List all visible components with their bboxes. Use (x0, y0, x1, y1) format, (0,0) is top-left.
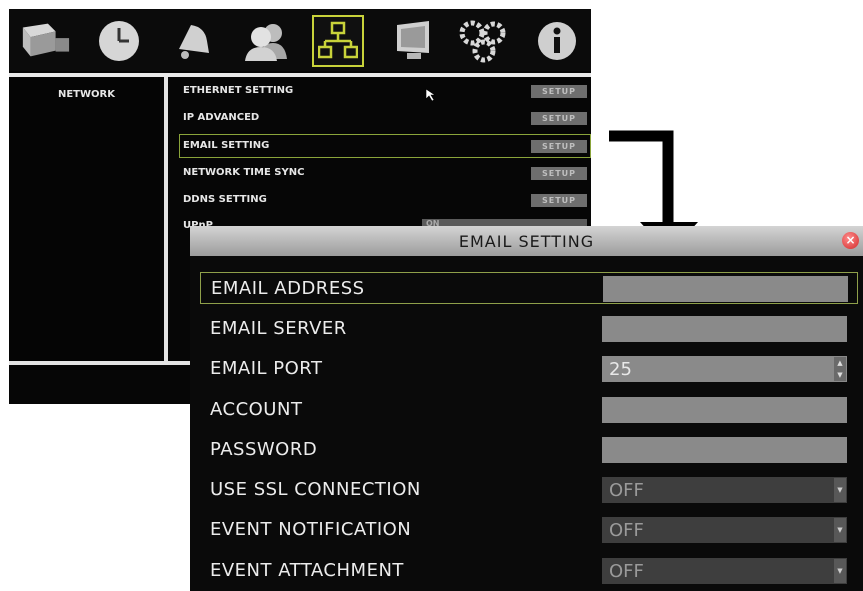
use-ssl-row: USE SSL CONNECTION OFF ▼ (200, 474, 858, 506)
chevron-down-icon[interactable]: ▼ (834, 559, 846, 583)
email-port-input[interactable]: 25 ▲ ▼ (602, 356, 847, 382)
close-button[interactable]: × (842, 232, 859, 249)
event-attachment-label: EVENT ATTACHMENT (210, 560, 404, 581)
menu-item-label: EMAIL SETTING (183, 140, 270, 151)
email-address-row: EMAIL ADDRESS (200, 272, 858, 304)
camera-icon[interactable] (19, 15, 71, 67)
clock-icon[interactable] (93, 15, 145, 67)
email-server-row: EMAIL SERVER (200, 313, 858, 345)
event-attachment-row: EVENT ATTACHMENT OFF ▼ (200, 555, 858, 587)
event-attachment-select[interactable]: OFF ▼ (602, 558, 847, 584)
menu-item-label: DDNS SETTING (183, 194, 267, 205)
menu-item-email-setting[interactable]: EMAIL SETTING SETUP (179, 134, 591, 158)
menu-item-label: NETWORK TIME SYNC (183, 167, 305, 178)
menu-item-label: IP ADVANCED (183, 112, 260, 123)
account-label: ACCOUNT (210, 399, 303, 420)
dialog-title: EMAIL SETTING (458, 232, 595, 251)
setup-button[interactable]: SETUP (531, 140, 587, 153)
use-ssl-label: USE SSL CONNECTION (210, 479, 421, 500)
monitor-icon[interactable] (387, 15, 439, 67)
menu-item-network-time-sync[interactable]: NETWORK TIME SYNC SETUP (179, 161, 591, 185)
email-port-label: EMAIL PORT (210, 358, 323, 379)
password-input[interactable] (602, 437, 847, 463)
account-row: ACCOUNT (200, 394, 858, 426)
password-label: PASSWORD (210, 439, 318, 460)
mouse-cursor-icon (425, 88, 436, 102)
email-setting-dialog: EMAIL SETTING × EMAIL ADDRESS EMAIL SERV… (190, 226, 863, 591)
spin-up-icon[interactable]: ▲ (837, 359, 842, 367)
setup-button[interactable]: SETUP (531, 112, 587, 125)
event-notification-label: EVENT NOTIFICATION (210, 519, 412, 540)
chevron-down-icon[interactable]: ▼ (834, 518, 846, 542)
field-value: 25 (609, 359, 632, 380)
network-icon[interactable] (312, 15, 364, 67)
alarm-bell-icon[interactable] (167, 15, 219, 67)
field-value: OFF (609, 561, 644, 582)
menu-item-ddns-setting[interactable]: DDNS SETTING SETUP (179, 188, 591, 212)
dialog-header: EMAIL SETTING × (190, 226, 863, 256)
chevron-down-icon[interactable]: ▼ (834, 478, 846, 502)
sidebar-title: NETWORK (57, 89, 115, 100)
port-spinner[interactable]: ▲ ▼ (834, 357, 846, 381)
main-toolbar (9, 9, 591, 71)
email-address-input[interactable] (603, 276, 848, 302)
gears-icon[interactable] (457, 15, 509, 67)
password-row: PASSWORD (200, 434, 858, 466)
account-input[interactable] (602, 397, 847, 423)
setup-button[interactable]: SETUP (531, 85, 587, 98)
email-address-label: EMAIL ADDRESS (211, 278, 365, 299)
field-value: OFF (609, 520, 644, 541)
email-server-label: EMAIL SERVER (210, 318, 347, 339)
email-server-input[interactable] (602, 316, 847, 342)
use-ssl-select[interactable]: OFF ▼ (602, 477, 847, 503)
field-value: OFF (609, 480, 644, 501)
event-notification-select[interactable]: OFF ▼ (602, 517, 847, 543)
users-icon[interactable] (241, 15, 293, 67)
spin-down-icon[interactable]: ▼ (837, 371, 842, 379)
email-port-row: EMAIL PORT 25 ▲ ▼ (200, 353, 858, 385)
info-icon[interactable] (531, 15, 583, 67)
left-panel: NETWORK (9, 77, 168, 365)
menu-item-ip-advanced[interactable]: IP ADVANCED SETUP (179, 106, 591, 130)
setup-button[interactable]: SETUP (531, 194, 587, 207)
menu-item-label: ETHERNET SETTING (183, 85, 294, 96)
setup-button[interactable]: SETUP (531, 167, 587, 180)
menu-item-ethernet-setting[interactable]: ETHERNET SETTING SETUP (179, 79, 591, 103)
event-notification-row: EVENT NOTIFICATION OFF ▼ (200, 514, 858, 546)
